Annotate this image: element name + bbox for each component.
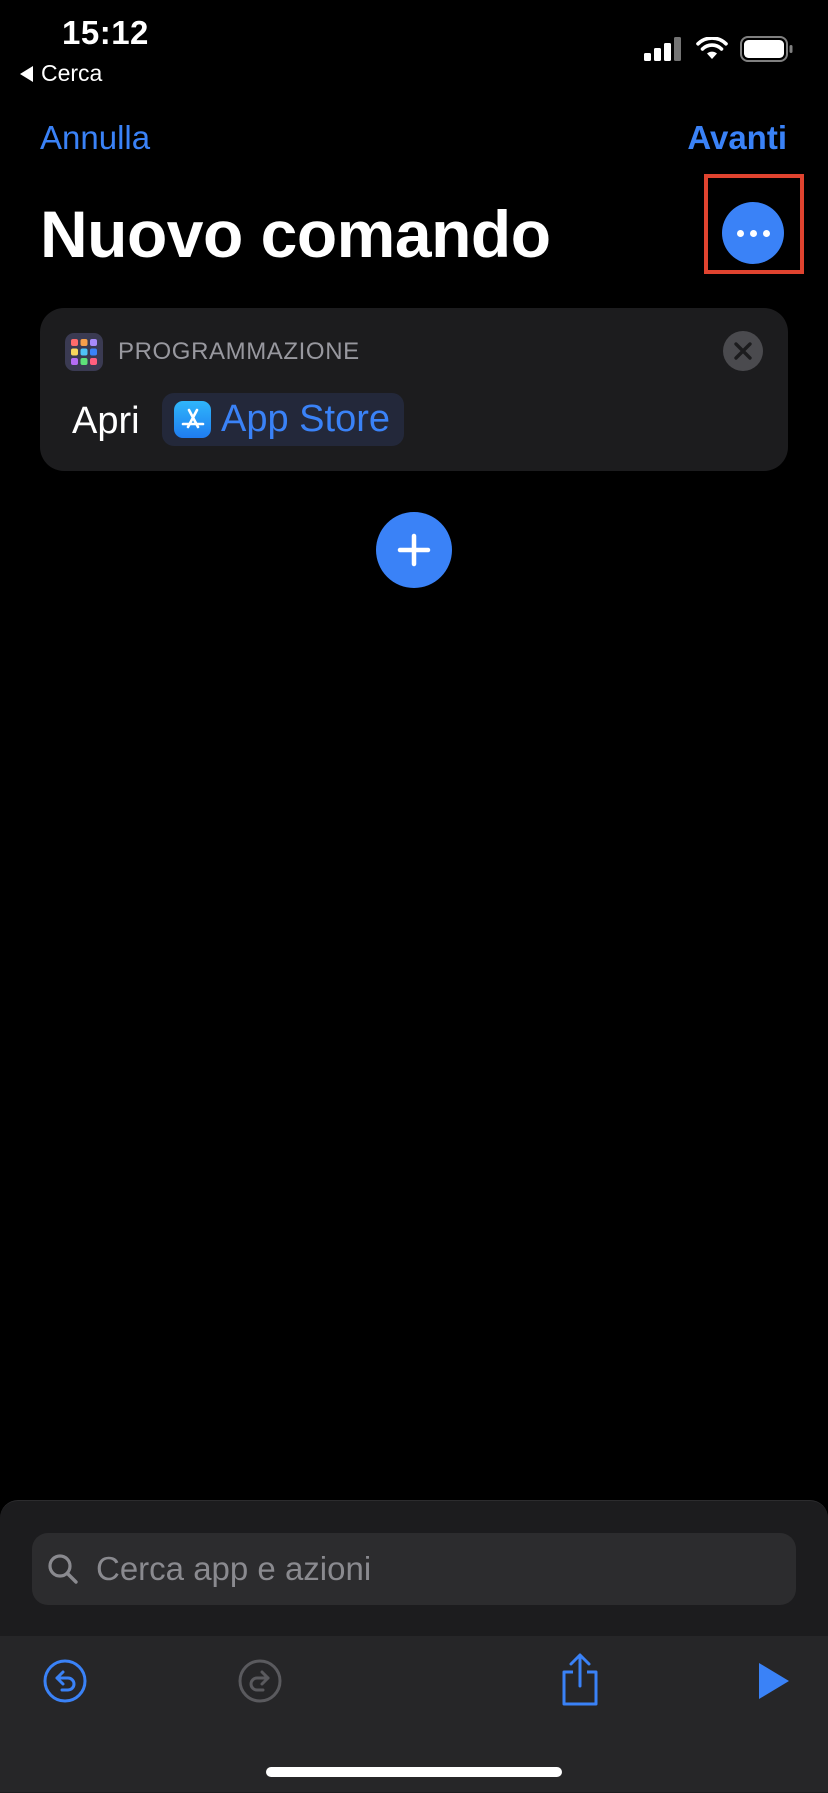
share-button[interactable] [555, 1650, 605, 1710]
action-card[interactable] [40, 308, 788, 471]
app-parameter-token[interactable]: App Store [162, 393, 404, 446]
status-time: 15:12 [62, 14, 149, 51]
share-icon [562, 1653, 598, 1706]
redo-icon [238, 1659, 282, 1703]
cancel-button[interactable]: Annulla [40, 119, 150, 157]
next-button[interactable]: Avanti [687, 119, 787, 157]
play-icon [759, 1663, 789, 1699]
back-label: Cerca [41, 60, 103, 86]
remove-action-button[interactable] [723, 331, 763, 371]
redo-button[interactable] [235, 1656, 285, 1706]
run-shortcut-button[interactable] [748, 1656, 798, 1706]
home-indicator [266, 1767, 562, 1777]
ellipsis-icon-dot [749, 229, 757, 237]
undo-button[interactable] [40, 1656, 90, 1706]
plus-icon [397, 533, 431, 567]
wifi-icon [696, 37, 728, 59]
search-icon [48, 1554, 78, 1584]
undo-icon [43, 1659, 87, 1703]
close-icon [734, 342, 752, 360]
back-arrow-icon [20, 65, 33, 82]
action-category-label: PROGRAMMAZIONE [118, 338, 360, 365]
search-bar[interactable] [32, 1533, 796, 1605]
app-store-icon [174, 401, 211, 438]
battery-icon [740, 36, 793, 62]
scripting-category-icon [65, 333, 103, 371]
back-to-search-link[interactable]: Cerca [20, 60, 102, 87]
more-options-button[interactable] [722, 202, 784, 264]
ellipsis-icon [736, 229, 744, 237]
action-verb: Apri [72, 400, 140, 442]
ellipsis-icon-dot [762, 229, 770, 237]
status-icons [644, 36, 794, 62]
cellular-signal-icon [644, 37, 681, 61]
page-title: Nuovo comando [40, 197, 551, 271]
add-action-button[interactable] [376, 512, 452, 588]
app-name: App Store [221, 398, 390, 440]
search-input[interactable] [94, 1549, 796, 1589]
